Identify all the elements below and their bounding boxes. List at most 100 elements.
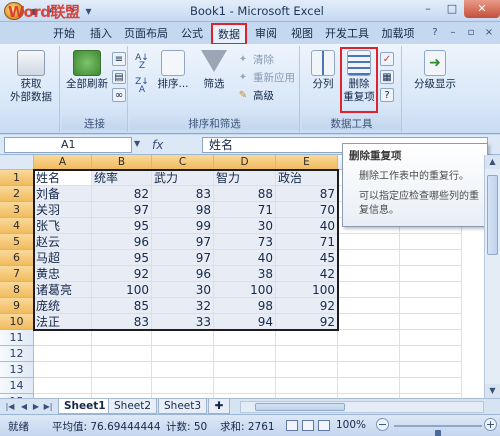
empty-cell[interactable] xyxy=(276,362,338,378)
empty-cell[interactable] xyxy=(338,266,400,282)
cell-e4[interactable]: 40 xyxy=(276,218,338,234)
empty-cell[interactable] xyxy=(400,298,462,314)
cell-a3[interactable]: 关羽 xyxy=(34,202,92,218)
tab-formulas[interactable]: 公式 xyxy=(176,24,208,44)
column-header-a[interactable]: A xyxy=(34,155,92,170)
cell-c10[interactable]: 33 xyxy=(152,314,214,330)
sort-za-icon[interactable]: Z↓ A xyxy=(134,78,150,95)
empty-cell[interactable] xyxy=(400,362,462,378)
cell-e3[interactable]: 70 xyxy=(276,202,338,218)
cell-d7[interactable]: 38 xyxy=(214,266,276,282)
normal-view-icon[interactable] xyxy=(286,420,298,431)
row-header-7[interactable]: 7 xyxy=(0,266,34,282)
qat-dropdown-icon[interactable]: ▾ xyxy=(81,4,96,19)
empty-cell[interactable] xyxy=(400,346,462,362)
empty-cell[interactable] xyxy=(152,346,214,362)
cell-d10[interactable]: 94 xyxy=(214,314,276,330)
zoom-in-icon[interactable]: + xyxy=(484,418,497,431)
minimize-icon[interactable]: – xyxy=(416,0,440,18)
cell-d2[interactable]: 88 xyxy=(214,186,276,202)
advanced-button[interactable]: ✎ 高级 xyxy=(236,88,274,103)
empty-cell[interactable] xyxy=(152,330,214,346)
prev-sheet-icon[interactable]: ◀ xyxy=(18,401,30,413)
empty-cell[interactable] xyxy=(400,234,462,250)
cell-b4[interactable]: 95 xyxy=(92,218,152,234)
tab-view[interactable]: 视图 xyxy=(286,24,318,44)
cell-b9[interactable]: 85 xyxy=(92,298,152,314)
cell-a7[interactable]: 黄忠 xyxy=(34,266,92,282)
cell-b5[interactable]: 96 xyxy=(92,234,152,250)
horizontal-scrollbar[interactable] xyxy=(240,401,484,413)
empty-cell[interactable] xyxy=(276,330,338,346)
reapply-button[interactable]: ✦ 重新应用 xyxy=(236,70,295,85)
cell-b10[interactable]: 83 xyxy=(92,314,152,330)
column-header-b[interactable]: B xyxy=(92,155,152,170)
empty-cell[interactable] xyxy=(214,346,276,362)
zoom-level[interactable]: 100% xyxy=(336,419,366,431)
cell-e5[interactable]: 71 xyxy=(276,234,338,250)
name-box[interactable]: A1 xyxy=(4,137,132,153)
empty-cell[interactable] xyxy=(338,330,400,346)
cell-b3[interactable]: 97 xyxy=(92,202,152,218)
cell-e8[interactable]: 100 xyxy=(276,282,338,298)
data-validation-icon[interactable]: ✓ xyxy=(380,52,394,66)
filter-button[interactable]: 筛选 xyxy=(196,50,232,91)
sheet-tab-2[interactable]: Sheet2 xyxy=(108,399,158,414)
empty-cell[interactable] xyxy=(338,250,400,266)
column-header-e[interactable]: E xyxy=(276,155,338,170)
zoom-slider-thumb[interactable] xyxy=(435,430,441,436)
undo-icon[interactable]: ↶ xyxy=(45,4,60,19)
clear-button[interactable]: ✦ 清除 xyxy=(236,52,274,67)
ribbon-close-icon[interactable]: × xyxy=(482,26,496,40)
cell-d3[interactable]: 71 xyxy=(214,202,276,218)
cell-b7[interactable]: 92 xyxy=(92,266,152,282)
empty-cell[interactable] xyxy=(34,330,92,346)
what-if-icon[interactable]: ? xyxy=(380,88,394,102)
cell-e10[interactable]: 92 xyxy=(276,314,338,330)
cell-a5[interactable]: 赵云 xyxy=(34,234,92,250)
connections-icon[interactable]: ≡ xyxy=(112,52,126,66)
row-header-12[interactable]: 12 xyxy=(0,346,34,362)
row-header-11[interactable]: 11 xyxy=(0,330,34,346)
cell-a4[interactable]: 张飞 xyxy=(34,218,92,234)
empty-cell[interactable] xyxy=(152,362,214,378)
outline-button[interactable]: ➜ 分级显示 xyxy=(406,50,464,91)
scroll-down-icon[interactable]: ▼ xyxy=(485,384,500,398)
ribbon-minimize-icon[interactable]: – xyxy=(446,26,460,40)
cell-d8[interactable]: 100 xyxy=(214,282,276,298)
cell-c8[interactable]: 30 xyxy=(152,282,214,298)
empty-cell[interactable] xyxy=(276,378,338,394)
cell-c7[interactable]: 96 xyxy=(152,266,214,282)
help-icon[interactable]: ? xyxy=(428,26,442,40)
cell-b6[interactable]: 95 xyxy=(92,250,152,266)
zoom-slider[interactable] xyxy=(394,425,482,436)
empty-cell[interactable] xyxy=(400,314,462,330)
column-header-d[interactable]: D xyxy=(214,155,276,170)
empty-cell[interactable] xyxy=(338,282,400,298)
horizontal-scroll-thumb[interactable] xyxy=(255,403,345,411)
first-sheet-icon[interactable]: |◀ xyxy=(4,401,16,413)
maximize-icon[interactable]: □ xyxy=(440,0,464,18)
sheet-tab-1[interactable]: Sheet1 xyxy=(58,399,112,414)
empty-cell[interactable] xyxy=(92,362,152,378)
empty-cell[interactable] xyxy=(338,314,400,330)
empty-cell[interactable] xyxy=(92,330,152,346)
empty-cell[interactable] xyxy=(214,330,276,346)
row-header-3[interactable]: 3 xyxy=(0,202,34,218)
cell-e7[interactable]: 42 xyxy=(276,266,338,282)
row-header-14[interactable]: 14 xyxy=(0,378,34,394)
cell-e9[interactable]: 92 xyxy=(276,298,338,314)
sheet-tab-3[interactable]: Sheet3 xyxy=(158,399,208,414)
sort-button[interactable]: 排序... xyxy=(154,50,192,91)
ribbon-restore-icon[interactable]: ▫ xyxy=(464,26,478,40)
select-all-corner[interactable] xyxy=(0,155,34,170)
cell-c1[interactable]: 武力 xyxy=(152,170,214,186)
cell-d4[interactable]: 30 xyxy=(214,218,276,234)
office-button[interactable] xyxy=(4,2,24,20)
cell-c5[interactable]: 97 xyxy=(152,234,214,250)
empty-cell[interactable] xyxy=(338,298,400,314)
empty-cell[interactable] xyxy=(34,378,92,394)
vertical-scroll-thumb[interactable] xyxy=(487,175,498,255)
tab-data[interactable]: 数据 xyxy=(211,23,247,45)
empty-cell[interactable] xyxy=(338,234,400,250)
